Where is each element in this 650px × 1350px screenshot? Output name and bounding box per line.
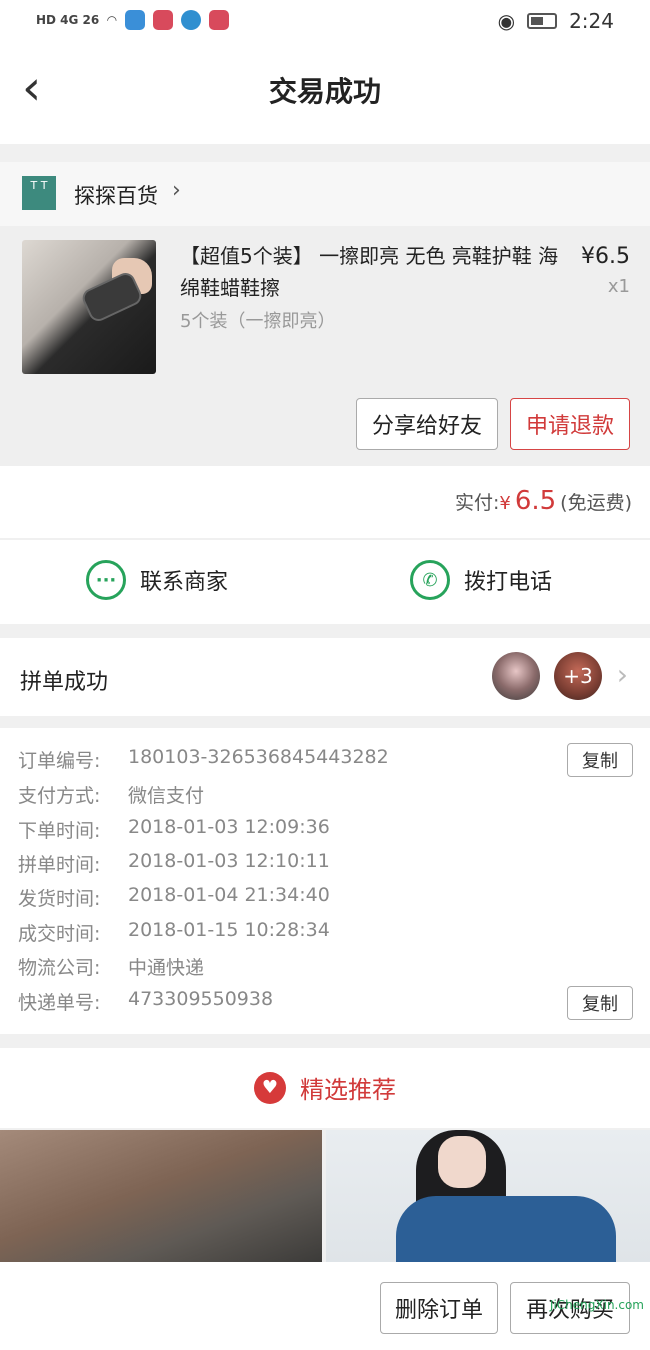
page-title: 交易成功: [268, 75, 381, 108]
recommended-product-image[interactable]: [326, 1130, 650, 1262]
info-value: 2018-01-03 12:09:36: [128, 816, 330, 838]
info-label: 成交时间:: [18, 923, 101, 945]
info-row: 快递单号: 473309550938: [18, 988, 273, 1015]
info-label: 订单编号:: [18, 750, 101, 772]
info-row: 发货时间: 2018-01-04 21:34:40: [18, 884, 330, 911]
info-value: 2018-01-15 10:28:34: [128, 919, 330, 941]
avatar: [492, 652, 540, 700]
share-button[interactable]: 分享给好友: [356, 398, 498, 450]
avatar-more: +3: [554, 652, 602, 700]
product-spec: 5个装（一擦即亮）: [180, 311, 336, 332]
chevron-right-icon: ›: [616, 658, 628, 691]
status-time: 2:24: [569, 9, 614, 33]
product-image[interactable]: [22, 240, 156, 374]
status-indicators: HD 4G 26 ◠: [36, 10, 229, 30]
paid-total: 实付: ¥ 6.5 (免运费): [455, 486, 632, 516]
delete-order-button[interactable]: 删除订单: [380, 1282, 498, 1334]
info-label: 发货时间:: [18, 888, 101, 910]
contact-merchant-label: 联系商家: [140, 570, 229, 595]
shop-name[interactable]: 探探百货: [74, 180, 158, 210]
group-status: 拼单成功: [20, 670, 109, 695]
eye-icon: ◉: [497, 9, 516, 33]
refund-button[interactable]: 申请退款: [510, 398, 630, 450]
copy-tracking-number-button[interactable]: 复制: [567, 986, 633, 1020]
order-info: 订单编号: 180103-326536845443282 复制 支付方式: 微信…: [0, 728, 650, 1034]
avatar-more-count: +3: [563, 664, 593, 688]
contact-merchant-button[interactable]: ··· 联系商家: [86, 560, 228, 600]
app-notification-icon: [124, 10, 145, 30]
shop-logo: T T: [22, 176, 56, 210]
product-price: ¥6.5: [581, 244, 630, 269]
paid-label: 实付:: [454, 492, 500, 514]
info-row: 物流公司: 中通快递: [18, 953, 204, 980]
battery-icon: [527, 13, 558, 29]
wifi-icon: ◠: [107, 13, 117, 27]
status-right: ◉ 2:24: [498, 9, 614, 33]
paid-amount: 6.5: [514, 486, 557, 516]
call-button[interactable]: ✆ 拨打电话: [410, 560, 552, 600]
recommended-product-image[interactable]: [0, 1130, 322, 1262]
shop-bar[interactable]: T T 探探百货 ›: [0, 162, 650, 226]
info-value: 2018-01-04 21:34:40: [128, 884, 330, 906]
page-header: ‹ 交易成功: [0, 44, 650, 144]
info-label: 物流公司:: [18, 957, 101, 979]
info-row: 支付方式: 微信支付: [18, 781, 204, 808]
info-value: 微信支付: [128, 785, 205, 807]
network-indicators: HD 4G 26: [36, 13, 100, 27]
chevron-right-icon: ›: [172, 178, 181, 203]
info-row: 订单编号: 180103-326536845443282: [18, 746, 389, 773]
info-row: 成交时间: 2018-01-15 10:28:34: [18, 919, 330, 946]
group-buy-row[interactable]: 拼单成功 +3 ›: [0, 638, 650, 716]
info-row: 拼单时间: 2018-01-03 12:10:11: [18, 850, 330, 877]
order-product-card: T T 探探百货 › 【超值5个装】 一擦即亮 无色 亮鞋护鞋 海绵鞋蜡鞋擦 5…: [0, 162, 650, 466]
product-title[interactable]: 【超值5个装】 一擦即亮 无色 亮鞋护鞋 海绵鞋蜡鞋擦: [180, 240, 560, 304]
recommend-title: ♥ 精选推荐: [0, 1070, 650, 1105]
info-value: 中通快递: [128, 957, 205, 979]
contact-bar: ··· 联系商家 ✆ 拨打电话: [0, 540, 650, 624]
phone-icon: ✆: [410, 560, 450, 600]
paid-currency: ¥: [499, 493, 511, 514]
info-value: 2018-01-03 12:10:11: [128, 850, 330, 872]
info-label: 快递单号:: [18, 992, 101, 1014]
call-label: 拨打电话: [464, 570, 553, 595]
watermark: JiChengXin.com: [549, 1298, 644, 1312]
browser-notification-icon: [180, 10, 201, 30]
copy-order-number-button[interactable]: 复制: [567, 743, 633, 777]
product-quantity: x1: [607, 276, 630, 297]
shipping-note: (免运费): [560, 492, 632, 514]
recommend-header: ♥ 精选推荐: [0, 1048, 650, 1128]
info-label: 拼单时间:: [18, 854, 101, 876]
status-bar: HD 4G 26 ◠ ◉ 2:24: [0, 0, 650, 44]
info-row: 下单时间: 2018-01-03 12:09:36: [18, 816, 330, 843]
heart-icon: ♥: [254, 1071, 286, 1104]
info-value: 180103-326536845443282: [128, 746, 389, 768]
recommend-label: 精选推荐: [300, 1076, 396, 1104]
info-value: 473309550938: [128, 988, 274, 1010]
payment-summary: 实付: ¥ 6.5 (免运费): [0, 466, 650, 538]
info-label: 下单时间:: [18, 820, 101, 842]
info-label: 支付方式:: [18, 785, 101, 807]
news-notification-icon: [208, 10, 229, 30]
chat-icon: ···: [86, 560, 126, 600]
calendar-notification-icon: [152, 10, 173, 30]
